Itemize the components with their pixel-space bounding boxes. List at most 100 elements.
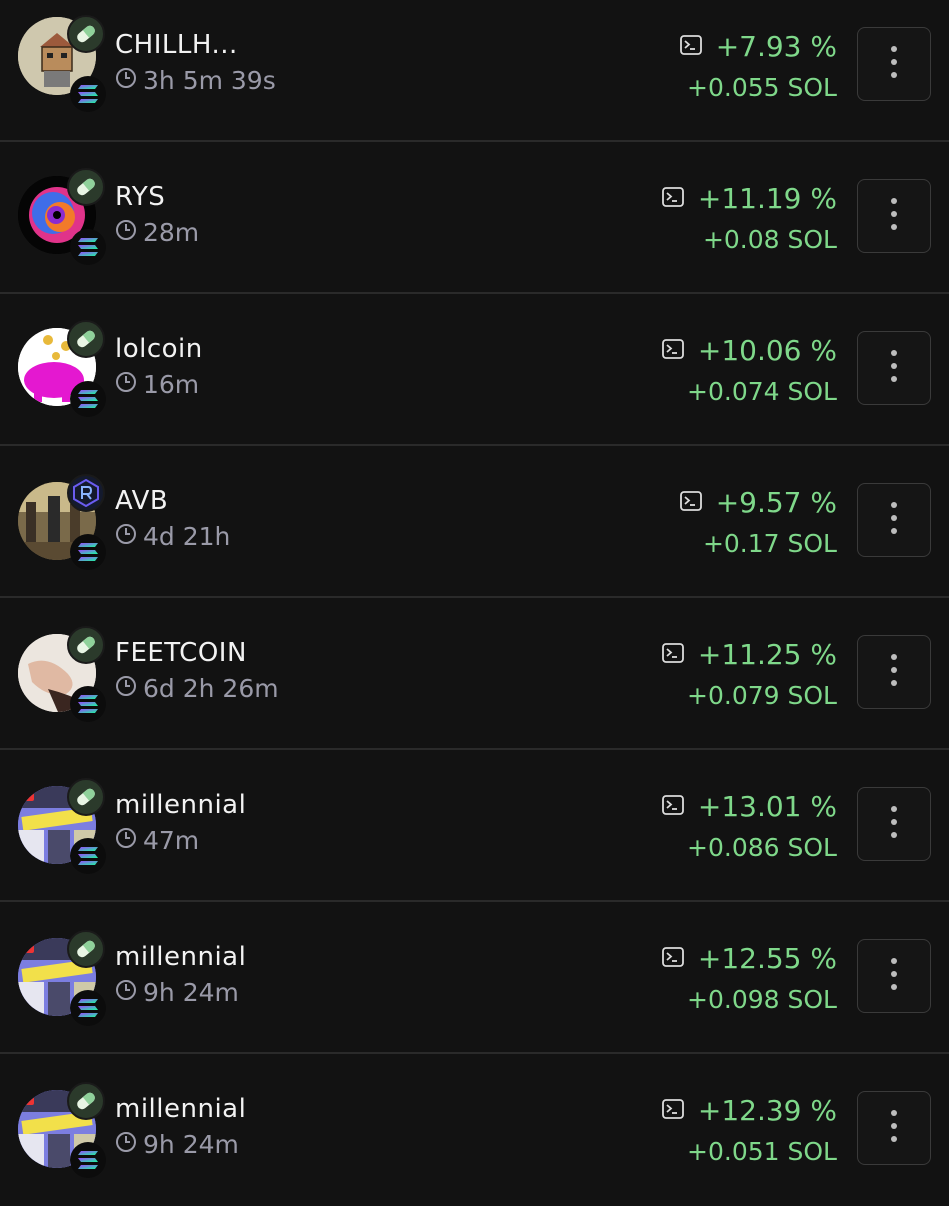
token-age: 3h 5m 39s [115,66,276,95]
token-name: AVB [115,486,169,516]
more-options-button[interactable] [857,939,931,1013]
token-age: 47m [115,826,199,855]
more-options-button[interactable] [857,179,931,253]
token-name: CHILLH... [115,30,238,60]
token-age: 28m [115,218,199,247]
age-text: 3h 5m 39s [143,66,276,95]
percent-change: +12.39 % [661,1094,837,1127]
clock-icon [115,370,137,399]
more-options-button[interactable] [857,635,931,709]
pill-icon [67,778,105,816]
terminal-icon[interactable] [661,338,684,363]
vertical-dots-icon [890,349,898,387]
sol-profit: +0.074 SOL [687,377,837,406]
age-text: 47m [143,826,200,855]
sol-profit: +0.08 SOL [702,225,837,254]
token-name: RYS [115,182,166,212]
more-options-button[interactable] [857,1091,931,1165]
token-row[interactable]: FEETCOIN 6d 2h 26m +11.25 % +0.079 SOL [0,598,949,750]
pill-icon [67,626,105,664]
solana-icon [70,229,106,265]
age-text: 9h 24m [143,1130,239,1159]
sol-profit: +0.17 SOL [702,529,837,558]
age-text: 6d 2h 26m [143,674,279,703]
sol-profit: +0.086 SOL [687,833,837,862]
solana-icon [70,534,106,570]
terminal-icon[interactable] [661,642,684,667]
token-row[interactable]: RYS 28m +11.19 % +0.08 SOL [0,142,949,294]
pill-icon [67,168,105,206]
clock-icon [115,674,137,703]
more-options-button[interactable] [857,331,931,405]
sol-profit: +0.055 SOL [687,73,837,102]
token-name: lolcoin [115,334,203,364]
solana-icon [70,838,106,874]
token-row[interactable]: AVB 4d 21h +9.57 % +0.17 SOL [0,446,949,598]
percent-value: +9.57 % [715,486,837,519]
solana-icon [70,381,106,417]
token-age: 4d 21h [115,522,230,551]
percent-value: +7.93 % [715,30,837,63]
terminal-icon[interactable] [661,1098,684,1123]
percent-value: +11.19 % [697,182,837,215]
terminal-icon[interactable] [679,34,702,59]
pill-icon [67,15,105,53]
percent-value: +12.39 % [697,1094,837,1127]
percent-change: +12.55 % [661,942,837,975]
percent-value: +10.06 % [697,334,837,367]
percent-change: +11.25 % [661,638,837,671]
token-row[interactable]: millennial 9h 24m +12.39 % +0.051 SOL [0,1054,949,1206]
token-row[interactable]: lolcoin 16m +10.06 % +0.074 SOL [0,294,949,446]
token-row[interactable]: CHILLH... 3h 5m 39s +7.93 % +0.055 SOL [0,0,949,142]
more-options-button[interactable] [857,27,931,101]
vertical-dots-icon [890,1109,898,1147]
sol-profit: +0.079 SOL [687,681,837,710]
percent-change: +7.93 % [679,30,837,63]
percent-value: +12.55 % [697,942,837,975]
clock-icon [115,218,137,247]
sol-profit: +0.051 SOL [687,1137,837,1166]
token-row[interactable]: millennial 9h 24m +12.55 % +0.098 SOL [0,902,949,1054]
age-text: 28m [143,218,200,247]
token-age: 16m [115,370,199,399]
terminal-icon[interactable] [679,490,702,515]
percent-value: +11.25 % [697,638,837,671]
solana-icon [70,76,106,112]
token-name: FEETCOIN [115,638,247,668]
clock-icon [115,826,137,855]
clock-icon [115,66,137,95]
more-options-button[interactable] [857,787,931,861]
vertical-dots-icon [890,957,898,995]
more-options-button[interactable] [857,483,931,557]
percent-change: +10.06 % [661,334,837,367]
token-name: millennial [115,1094,247,1124]
percent-change: +9.57 % [679,486,837,519]
solana-icon [70,1142,106,1178]
terminal-icon[interactable] [661,186,684,211]
age-text: 4d 21h [143,522,231,551]
clock-icon [115,522,137,551]
token-name: millennial [115,942,247,972]
vertical-dots-icon [890,501,898,539]
clock-icon [115,978,137,1007]
token-age: 9h 24m [115,1130,239,1159]
token-age: 6d 2h 26m [115,674,279,703]
solana-icon [70,686,106,722]
vertical-dots-icon [890,197,898,235]
age-text: 9h 24m [143,978,239,1007]
token-list: CHILLH... 3h 5m 39s +7.93 % +0.055 SOL R… [0,0,949,1200]
raydium-icon [67,474,105,512]
pill-icon [67,1082,105,1120]
age-text: 16m [143,370,200,399]
percent-change: +13.01 % [661,790,837,823]
terminal-icon[interactable] [661,946,684,971]
clock-icon [115,1130,137,1159]
token-age: 9h 24m [115,978,239,1007]
terminal-icon[interactable] [661,794,684,819]
token-row[interactable]: millennial 47m +13.01 % +0.086 SOL [0,750,949,902]
vertical-dots-icon [890,805,898,843]
token-name: millennial [115,790,247,820]
sol-profit: +0.098 SOL [687,985,837,1014]
percent-change: +11.19 % [661,182,837,215]
pill-icon [67,930,105,968]
